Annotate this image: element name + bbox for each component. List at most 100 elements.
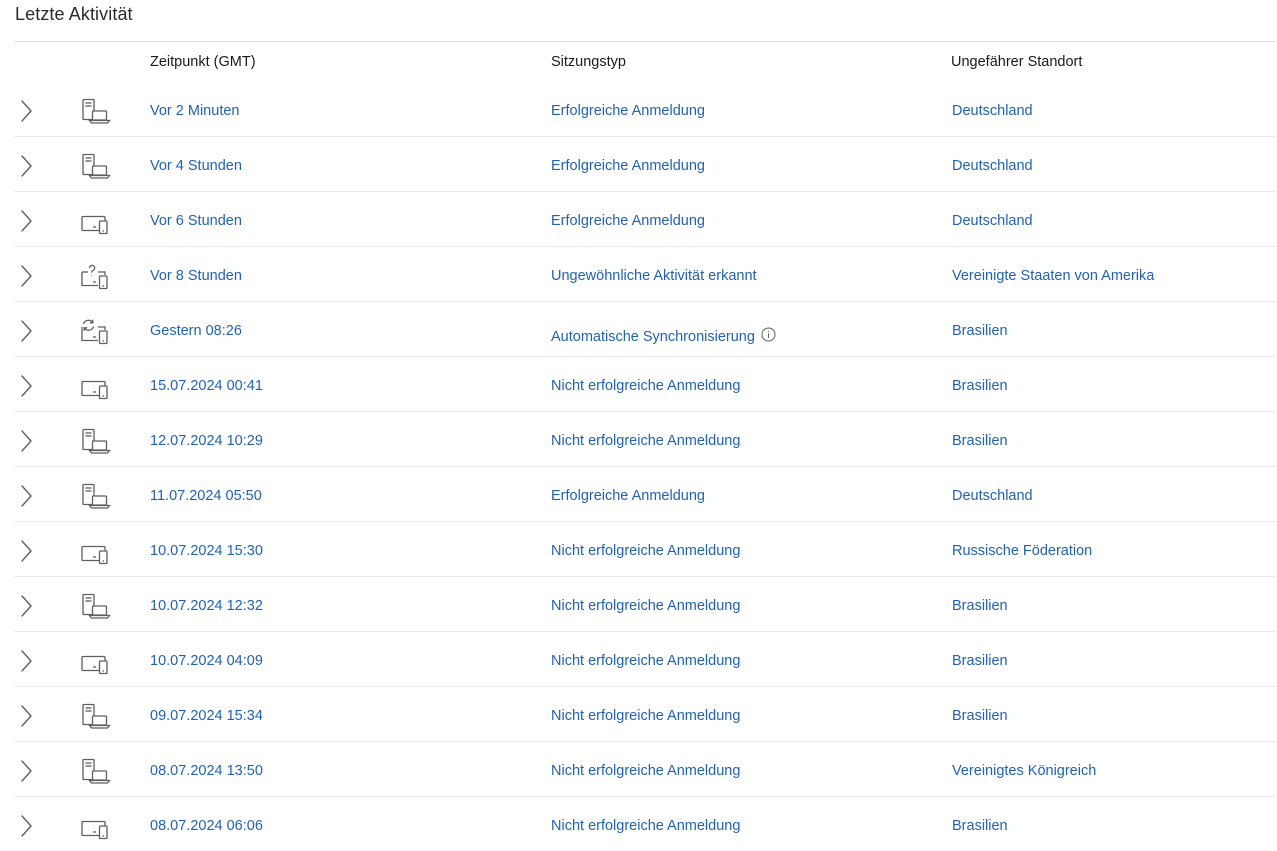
session-type-link[interactable]: Nicht erfolgreiche Anmeldung <box>551 598 740 614</box>
table-row[interactable]: 09.07.2024 15:34 Nicht erfolgreiche Anme… <box>14 687 1276 742</box>
table-header: Zeitpunkt (GMT) Sitzungstyp Ungefährer S… <box>14 42 1276 82</box>
chevron-right-icon[interactable] <box>19 484 33 508</box>
desktop-laptop-icon <box>80 428 114 458</box>
activity-time-link[interactable]: 10.07.2024 15:30 <box>150 543 263 559</box>
activity-time-link[interactable]: 12.07.2024 10:29 <box>150 433 263 449</box>
session-type-link[interactable]: Erfolgreiche Anmeldung <box>551 103 705 119</box>
location-link[interactable]: Brasilien <box>952 598 1008 614</box>
session-type-link[interactable]: Nicht erfolgreiche Anmeldung <box>551 543 740 559</box>
chevron-right-icon[interactable] <box>19 649 33 673</box>
table-row[interactable]: 10.07.2024 04:09 Nicht erfolgreiche Anme… <box>14 632 1276 687</box>
activity-time-link[interactable]: 08.07.2024 06:06 <box>150 818 263 834</box>
activity-time-link[interactable]: Vor 2 Minuten <box>150 103 239 119</box>
activity-table: Vor 2 Minuten Erfolgreiche Anmeldung Deu… <box>14 82 1276 851</box>
session-type-link[interactable]: Ungewöhnliche Aktivität erkannt <box>551 268 757 284</box>
location-link[interactable]: Brasilien <box>952 378 1008 394</box>
activity-time-link[interactable]: Vor 8 Stunden <box>150 268 242 284</box>
chevron-right-icon[interactable] <box>19 814 33 838</box>
chevron-right-icon[interactable] <box>19 99 33 123</box>
session-type-label[interactable]: Erfolgreiche Anmeldung <box>551 158 705 174</box>
chevron-right-icon[interactable] <box>19 539 33 563</box>
session-type-link[interactable]: Erfolgreiche Anmeldung <box>551 158 705 174</box>
session-type-label[interactable]: Ungewöhnliche Aktivität erkannt <box>551 268 757 284</box>
table-row[interactable]: Vor 8 Stunden Ungewöhnliche Aktivität er… <box>14 247 1276 302</box>
session-type-label[interactable]: Nicht erfolgreiche Anmeldung <box>551 818 740 834</box>
location-link[interactable]: Brasilien <box>952 818 1008 834</box>
session-type-link[interactable]: Erfolgreiche Anmeldung <box>551 488 705 504</box>
desktop-laptop-icon <box>80 98 114 128</box>
session-type-label[interactable]: Nicht erfolgreiche Anmeldung <box>551 653 740 669</box>
location-link[interactable]: Deutschland <box>952 103 1033 119</box>
chevron-right-icon[interactable] <box>19 429 33 453</box>
session-type-link[interactable]: Nicht erfolgreiche Anmeldung <box>551 818 740 834</box>
monitor-phone-icon <box>80 648 114 678</box>
table-row[interactable]: 08.07.2024 06:06 Nicht erfolgreiche Anme… <box>14 797 1276 851</box>
location-link[interactable]: Brasilien <box>952 653 1008 669</box>
chevron-right-icon[interactable] <box>19 264 33 288</box>
table-row[interactable]: Vor 2 Minuten Erfolgreiche Anmeldung Deu… <box>14 82 1276 137</box>
chevron-right-icon[interactable] <box>19 209 33 233</box>
monitor-phone-icon <box>80 373 114 403</box>
desktop-laptop-icon <box>80 758 114 788</box>
activity-time-link[interactable]: Vor 6 Stunden <box>150 213 242 229</box>
session-type-label[interactable]: Erfolgreiche Anmeldung <box>551 103 705 119</box>
location-link[interactable]: Deutschland <box>952 158 1033 174</box>
session-type-link[interactable]: Nicht erfolgreiche Anmeldung <box>551 433 740 449</box>
location-link[interactable]: Vereinigte Staaten von Amerika <box>952 268 1154 284</box>
session-type-link[interactable]: Nicht erfolgreiche Anmeldung <box>551 763 740 779</box>
activity-time-link[interactable]: Gestern 08:26 <box>150 323 242 339</box>
table-row[interactable]: 12.07.2024 10:29 Nicht erfolgreiche Anme… <box>14 412 1276 467</box>
desktop-laptop-icon <box>80 153 114 183</box>
chevron-right-icon[interactable] <box>19 704 33 728</box>
session-type-label[interactable]: Nicht erfolgreiche Anmeldung <box>551 378 740 394</box>
table-row[interactable]: 11.07.2024 05:50 Erfolgreiche Anmeldung … <box>14 467 1276 522</box>
column-header-location: Ungefährer Standort <box>951 54 1083 70</box>
table-row[interactable]: 15.07.2024 00:41 Nicht erfolgreiche Anme… <box>14 357 1276 412</box>
location-link[interactable]: Deutschland <box>952 213 1033 229</box>
session-type-link[interactable]: Automatische Synchronisierung <box>551 327 776 345</box>
session-type-label[interactable]: Nicht erfolgreiche Anmeldung <box>551 543 740 559</box>
chevron-right-icon[interactable] <box>19 154 33 178</box>
table-row[interactable]: Vor 6 Stunden Erfolgreiche Anmeldung Deu… <box>14 192 1276 247</box>
activity-time-link[interactable]: 10.07.2024 12:32 <box>150 598 263 614</box>
unknown-device-icon <box>80 263 114 293</box>
session-type-link[interactable]: Nicht erfolgreiche Anmeldung <box>551 378 740 394</box>
session-type-label[interactable]: Nicht erfolgreiche Anmeldung <box>551 598 740 614</box>
chevron-right-icon[interactable] <box>19 759 33 783</box>
page-title: Letzte Aktivität <box>15 4 133 24</box>
activity-time-link[interactable]: 09.07.2024 15:34 <box>150 708 263 724</box>
location-link[interactable]: Vereinigtes Königreich <box>952 763 1096 779</box>
session-type-label[interactable]: Nicht erfolgreiche Anmeldung <box>551 763 740 779</box>
location-link[interactable]: Brasilien <box>952 708 1008 724</box>
table-row[interactable]: 08.07.2024 13:50 Nicht erfolgreiche Anme… <box>14 742 1276 797</box>
session-type-label[interactable]: Automatische Synchronisierung <box>551 329 755 345</box>
activity-time-link[interactable]: Vor 4 Stunden <box>150 158 242 174</box>
info-icon[interactable] <box>761 327 776 342</box>
column-header-session-type: Sitzungstyp <box>551 54 626 70</box>
activity-time-link[interactable]: 10.07.2024 04:09 <box>150 653 263 669</box>
session-type-label[interactable]: Nicht erfolgreiche Anmeldung <box>551 708 740 724</box>
location-link[interactable]: Brasilien <box>952 323 1008 339</box>
session-type-link[interactable]: Nicht erfolgreiche Anmeldung <box>551 653 740 669</box>
session-type-label[interactable]: Erfolgreiche Anmeldung <box>551 488 705 504</box>
monitor-phone-icon <box>80 538 114 568</box>
location-link[interactable]: Deutschland <box>952 488 1033 504</box>
chevron-right-icon[interactable] <box>19 374 33 398</box>
location-link[interactable]: Russische Föderation <box>952 543 1092 559</box>
session-type-link[interactable]: Nicht erfolgreiche Anmeldung <box>551 708 740 724</box>
chevron-right-icon[interactable] <box>19 319 33 343</box>
location-link[interactable]: Brasilien <box>952 433 1008 449</box>
table-row[interactable]: Gestern 08:26 Automatische Synchronisier… <box>14 302 1276 357</box>
chevron-right-icon[interactable] <box>19 594 33 618</box>
session-type-label[interactable]: Erfolgreiche Anmeldung <box>551 213 705 229</box>
activity-time-link[interactable]: 11.07.2024 05:50 <box>150 488 262 504</box>
activity-time-link[interactable]: 15.07.2024 00:41 <box>150 378 263 394</box>
sync-device-icon <box>80 318 114 348</box>
table-row[interactable]: 10.07.2024 12:32 Nicht erfolgreiche Anme… <box>14 577 1276 632</box>
column-header-time: Zeitpunkt (GMT) <box>150 54 256 70</box>
session-type-link[interactable]: Erfolgreiche Anmeldung <box>551 213 705 229</box>
table-row[interactable]: Vor 4 Stunden Erfolgreiche Anmeldung Deu… <box>14 137 1276 192</box>
activity-time-link[interactable]: 08.07.2024 13:50 <box>150 763 263 779</box>
session-type-label[interactable]: Nicht erfolgreiche Anmeldung <box>551 433 740 449</box>
table-row[interactable]: 10.07.2024 15:30 Nicht erfolgreiche Anme… <box>14 522 1276 577</box>
